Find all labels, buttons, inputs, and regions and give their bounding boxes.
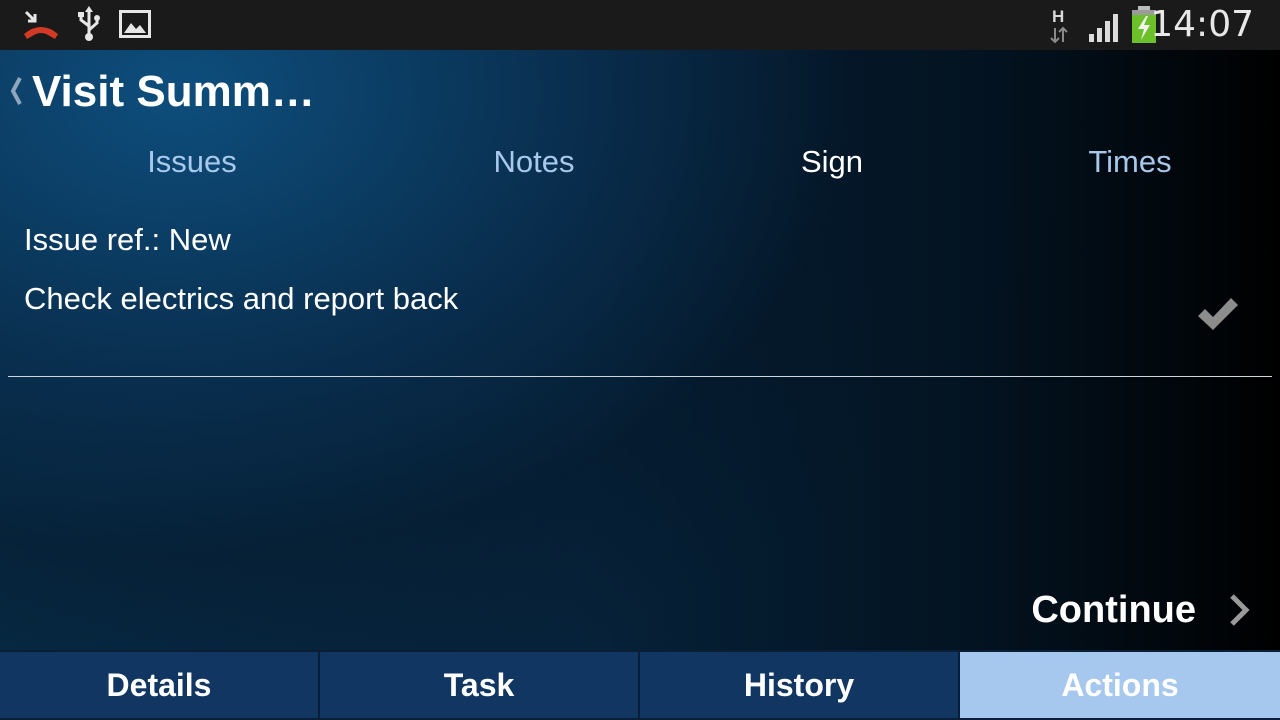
usb-icon	[76, 6, 102, 47]
chevron-right-icon	[1226, 592, 1252, 628]
svg-text:H: H	[1052, 7, 1064, 26]
continue-label: Continue	[1031, 588, 1196, 631]
continue-button[interactable]: Continue	[1031, 582, 1252, 638]
clock: 14:07	[1150, 4, 1254, 45]
nav-actions-button[interactable]: Actions	[960, 652, 1280, 718]
main-content: Visit Summ… Issues Notes Sign Times Issu…	[0, 50, 1280, 650]
signal-icon	[1088, 10, 1124, 47]
bottom-nav: Details Task History Actions	[0, 650, 1280, 720]
divider	[8, 376, 1272, 377]
back-chevron-icon[interactable]	[8, 74, 24, 108]
missed-call-icon	[22, 10, 60, 45]
image-icon	[119, 10, 151, 43]
h-network-icon: H	[1048, 6, 1070, 49]
page-title[interactable]: Visit Summ…	[32, 66, 315, 118]
issue-description[interactable]: Check electrics and report back	[24, 275, 458, 323]
status-bar: H 14:07	[0, 0, 1280, 50]
nav-task-button[interactable]: Task	[320, 652, 638, 718]
tab-issues[interactable]: Issues	[92, 134, 292, 190]
nav-history-button[interactable]: History	[640, 652, 958, 718]
checkmark-icon[interactable]	[1196, 294, 1240, 334]
nav-details-button[interactable]: Details	[0, 652, 318, 718]
tab-sign[interactable]: Sign	[732, 134, 932, 190]
tab-bar: Issues Notes Sign Times	[0, 134, 1280, 190]
tab-notes[interactable]: Notes	[434, 134, 634, 190]
tab-times[interactable]: Times	[1030, 134, 1230, 190]
issue-ref: Issue ref.: New	[24, 222, 231, 257]
